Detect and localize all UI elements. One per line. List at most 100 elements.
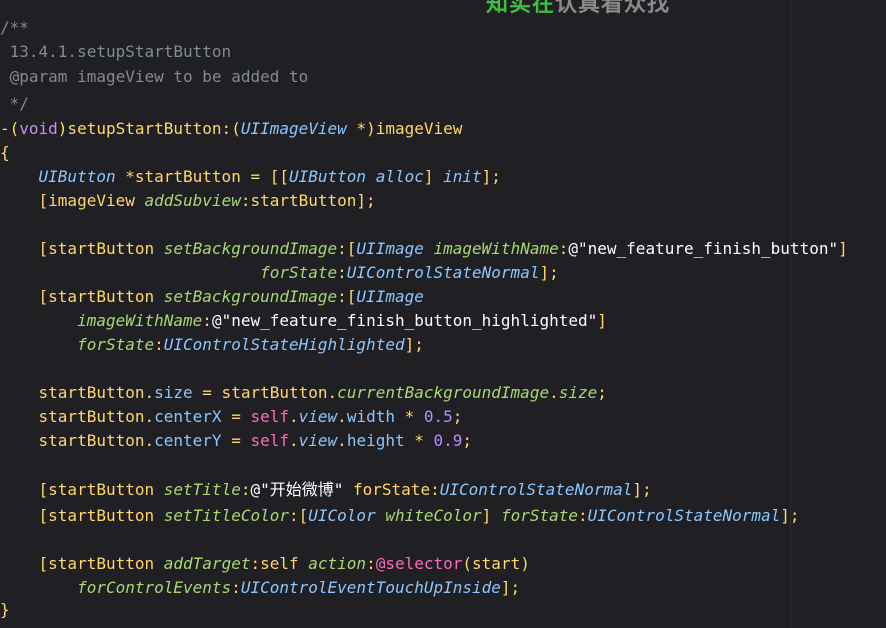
code-token: centerX <box>154 407 222 426</box>
code-token: :startButton]; <box>240 191 376 210</box>
code-token: view <box>298 407 338 426</box>
code-token: )setupStartButton:( <box>57 119 241 138</box>
code-token: UIControlStateNormal <box>439 480 633 499</box>
code-line[interactable]: */ <box>0 92 29 116</box>
code-token: UIImage <box>356 239 424 258</box>
code-token: view <box>298 431 338 450</box>
code-token: action <box>308 554 367 573</box>
code-line[interactable]: { <box>0 141 10 165</box>
code-token: init <box>443 167 482 186</box>
code-token: @"new_feature_finish_button" <box>568 239 839 258</box>
code-line[interactable]: imageWithName:@"new_feature_finish_butto… <box>0 309 607 333</box>
code-line[interactable]: [startButton setBackgroundImage:[UIImage… <box>0 237 848 261</box>
watermark-segment: 知实在 <box>486 0 556 17</box>
code-line[interactable]: @param imageView to be added to <box>0 65 309 89</box>
code-token: ] <box>838 239 848 258</box>
code-line[interactable]: 13.4.1.setupStartButton <box>0 40 232 64</box>
code-token: currentBackgroundImage <box>337 383 550 402</box>
code-token: @param imageView to be added to <box>0 67 309 86</box>
code-token: forState <box>260 263 338 282</box>
code-token: self <box>250 407 289 426</box>
code-token: ]; <box>481 167 501 186</box>
code-editor[interactable]: 知实在认真看众找 /** 13.4.1.setupStartButton @pa… <box>0 0 886 628</box>
code-token: forState: <box>343 480 440 499</box>
code-token: : <box>231 578 241 597</box>
code-token: *)imageView <box>346 119 463 138</box>
code-line[interactable]: -(void)setupStartButton:(UIImageView *)i… <box>0 117 462 141</box>
code-token: ]; <box>404 335 424 354</box>
code-token: :[ <box>337 239 357 258</box>
code-line[interactable]: startButton.size = startButton.currentBa… <box>0 381 607 405</box>
code-line[interactable]: startButton.centerY = self.view.height *… <box>0 429 473 453</box>
code-line[interactable]: [startButton addTarget:self action:@sele… <box>0 552 530 576</box>
code-token: *startButton = [[ <box>115 167 289 186</box>
code-token: ]; <box>780 506 800 525</box>
code-token: forState <box>77 335 155 354</box>
code-token: addSubview <box>144 191 241 210</box>
code-token: :self <box>250 554 309 573</box>
code-token: } <box>0 600 10 619</box>
code-token: [imageView <box>0 191 145 210</box>
code-token: setBackgroundImage <box>163 287 338 306</box>
code-token: . <box>289 407 299 426</box>
code-token: UIButton <box>288 167 367 186</box>
code-token: size <box>558 383 598 402</box>
code-token: setBackgroundImage <box>163 239 338 258</box>
code-line[interactable]: forState:UIControlStateHighlighted]; <box>0 333 424 357</box>
code-token: ; <box>452 407 463 426</box>
code-token: ] <box>423 167 444 186</box>
code-line[interactable]: [startButton setBackgroundImage:[UIImage <box>0 285 424 309</box>
code-token: startButton. <box>0 407 155 426</box>
code-token: 0.5 <box>423 407 453 426</box>
code-token: @"new_feature_finish_button_highlighted" <box>211 311 598 330</box>
code-token: 13.4.1.setupStartButton <box>0 42 232 61</box>
code-token: ]; <box>632 480 652 499</box>
code-line[interactable]: forControlEvents:UIControlEventTouchUpIn… <box>0 576 520 600</box>
page-guide-line <box>790 0 791 628</box>
code-token: imageWithName <box>77 311 203 330</box>
code-token: ] <box>597 311 607 330</box>
code-line[interactable]: forState:UIControlStateNormal]; <box>0 261 559 285</box>
code-line[interactable]: startButton.centerX = self.view.width * … <box>0 405 463 429</box>
code-line[interactable]: } <box>0 598 10 622</box>
code-token: UIControlStateNormal <box>346 263 540 282</box>
code-token: = startButton. <box>192 383 338 402</box>
code-token: setTitleColor <box>163 506 289 525</box>
code-token: size <box>154 383 193 402</box>
watermark-segment: 认真看众找 <box>555 0 671 17</box>
code-token: : <box>558 239 569 258</box>
code-token: ]; <box>539 263 559 282</box>
code-token: forState <box>500 506 578 525</box>
code-line[interactable]: [imageView addSubview:startButton]; <box>0 189 376 213</box>
code-token: UIControlStateHighlighted <box>163 335 405 354</box>
code-token: void <box>19 119 58 138</box>
code-token: :[ <box>337 287 357 306</box>
code-token: addTarget <box>163 554 251 573</box>
code-token: [startButton <box>0 480 164 499</box>
code-token: UIButton <box>38 167 116 186</box>
code-token: @selector <box>375 554 463 573</box>
code-line[interactable]: [startButton setTitle:@"开始微博" forState:U… <box>0 478 652 502</box>
code-token: whiteColor <box>385 506 482 525</box>
code-token: width <box>346 407 395 426</box>
code-token: = <box>221 407 251 426</box>
code-token: : <box>578 506 588 525</box>
watermark: 知实在认真看众找 <box>486 0 670 18</box>
code-token: self <box>250 431 289 450</box>
code-token: imageWithName <box>433 239 559 258</box>
code-token: :[ <box>289 506 309 525</box>
code-token: . <box>337 431 347 450</box>
code-token: [startButton <box>0 239 164 258</box>
code-token: UIImage <box>356 287 424 306</box>
code-line[interactable]: /** <box>0 16 29 40</box>
code-token: UIControlStateNormal <box>587 506 781 525</box>
code-token: = <box>221 431 251 450</box>
code-token: UIImageView <box>240 119 347 138</box>
code-line[interactable]: UIButton *startButton = [[UIButton alloc… <box>0 165 501 189</box>
code-line[interactable]: [startButton setTitleColor:[UIColor whit… <box>0 504 800 528</box>
